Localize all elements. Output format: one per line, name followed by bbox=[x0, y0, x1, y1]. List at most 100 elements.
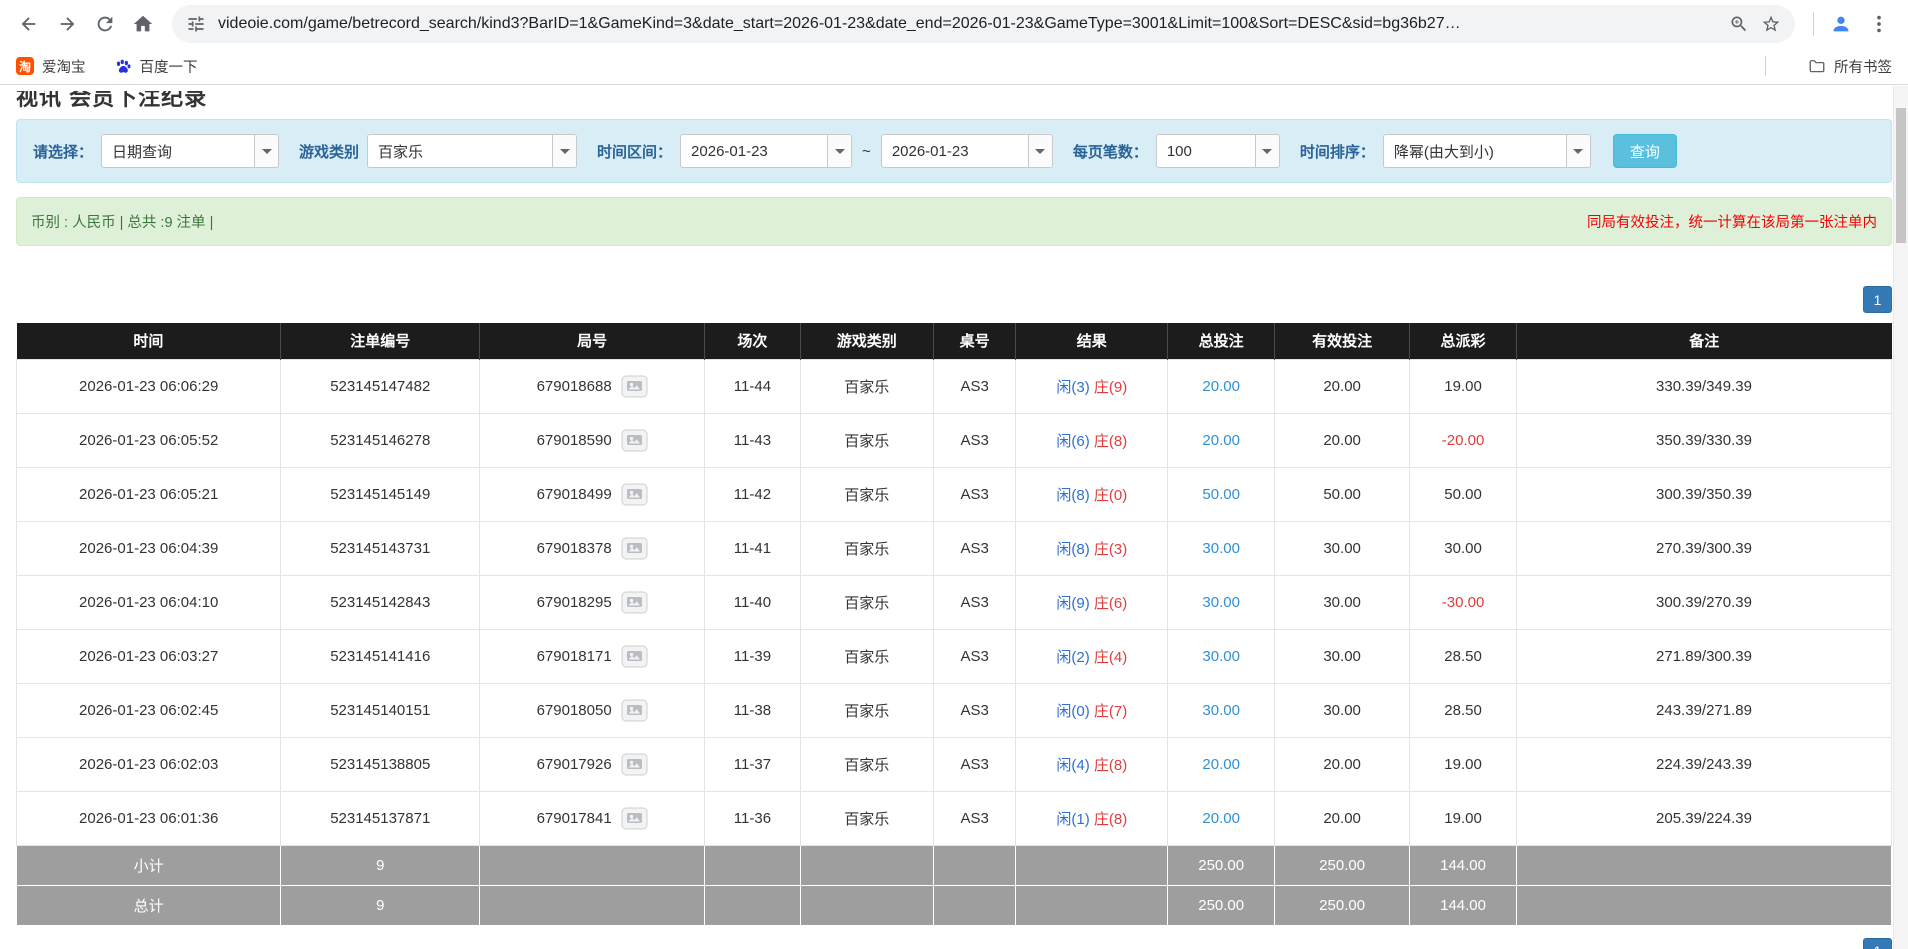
round-replay-icon[interactable] bbox=[621, 753, 648, 776]
page-size-select[interactable]: 100 bbox=[1156, 134, 1280, 168]
site-settings-icon[interactable] bbox=[186, 14, 206, 34]
date-range-label: 时间区间： bbox=[597, 141, 672, 162]
chevron-down-icon[interactable] bbox=[1566, 135, 1590, 167]
total-bet-link[interactable]: 30.00 bbox=[1202, 648, 1240, 665]
column-header: 场次 bbox=[705, 323, 801, 359]
search-button[interactable]: 查询 bbox=[1613, 134, 1677, 168]
total-bet-link[interactable]: 20.00 bbox=[1202, 756, 1240, 773]
total-bet-link[interactable]: 30.00 bbox=[1202, 594, 1240, 611]
summary-cell: 250.00 bbox=[1168, 885, 1275, 925]
page-button-1[interactable]: 1 bbox=[1863, 938, 1892, 949]
cell-bet-id: 523145142843 bbox=[281, 575, 480, 629]
page-title: 视讯 会员下注纪录 bbox=[16, 91, 1892, 111]
browser-toolbar: videoie.com/game/betrecord_search/kind3?… bbox=[0, 0, 1908, 48]
result-player: 闲(0) bbox=[1056, 703, 1089, 720]
cell-session: 11-41 bbox=[705, 521, 801, 575]
cell-table-no: AS3 bbox=[933, 737, 1016, 791]
bookmark-taobao[interactable]: 淘 爱淘宝 bbox=[16, 56, 86, 77]
table-row: 2026-01-23 06:06:29523145147482679018688… bbox=[17, 359, 1892, 413]
address-bar[interactable]: videoie.com/game/betrecord_search/kind3?… bbox=[172, 5, 1795, 43]
round-replay-icon[interactable] bbox=[621, 375, 648, 398]
page-button-1[interactable]: 1 bbox=[1863, 286, 1892, 313]
round-replay-icon[interactable] bbox=[621, 645, 648, 668]
home-button[interactable] bbox=[124, 5, 162, 43]
payout-value: 19.00 bbox=[1444, 378, 1482, 395]
cell-table-no: AS3 bbox=[933, 791, 1016, 845]
date-type-value: 日期查询 bbox=[102, 135, 254, 167]
table-header-row: 时间注单编号局号场次游戏类别桌号结果总投注有效投注总派彩备注 bbox=[17, 323, 1892, 359]
round-number: 679017926 bbox=[537, 756, 612, 773]
date-end-input[interactable]: 2026-01-23 bbox=[881, 134, 1053, 168]
taobao-icon: 淘 bbox=[16, 57, 34, 75]
payout-value: 30.00 bbox=[1444, 540, 1482, 557]
total-bet-link[interactable]: 30.00 bbox=[1202, 540, 1240, 557]
scrollbar[interactable] bbox=[1893, 86, 1908, 949]
cell-round: 679018171 bbox=[480, 629, 705, 683]
pagination-bottom: 1 bbox=[16, 938, 1892, 949]
cell-round: 679018499 bbox=[480, 467, 705, 521]
date-end-value: 2026-01-23 bbox=[882, 135, 1028, 167]
cell-valid-bet: 30.00 bbox=[1275, 575, 1410, 629]
cell-remark: 224.39/243.39 bbox=[1517, 737, 1892, 791]
round-number: 679018688 bbox=[537, 378, 612, 395]
browser-chrome: videoie.com/game/betrecord_search/kind3?… bbox=[0, 0, 1908, 85]
cell-total-bet: 30.00 bbox=[1168, 575, 1275, 629]
cell-bet-id: 523145147482 bbox=[281, 359, 480, 413]
round-replay-icon[interactable] bbox=[621, 807, 648, 830]
round-number: 679018590 bbox=[537, 432, 612, 449]
total-bet-link[interactable]: 20.00 bbox=[1202, 810, 1240, 827]
cell-payout: 19.00 bbox=[1410, 359, 1517, 413]
result-player: 闲(6) bbox=[1056, 433, 1089, 450]
chevron-down-icon[interactable] bbox=[827, 135, 851, 167]
date-type-select[interactable]: 日期查询 bbox=[101, 134, 279, 168]
back-button[interactable] bbox=[10, 5, 48, 43]
cell-table-no: AS3 bbox=[933, 413, 1016, 467]
cell-payout: 28.50 bbox=[1410, 629, 1517, 683]
all-bookmarks-button[interactable]: 所有书签 bbox=[1808, 56, 1892, 77]
cell-session: 11-40 bbox=[705, 575, 801, 629]
cell-total-bet: 30.00 bbox=[1168, 683, 1275, 737]
result-banker: 庄(6) bbox=[1094, 595, 1127, 612]
total-bet-link[interactable]: 20.00 bbox=[1202, 432, 1240, 449]
forward-button[interactable] bbox=[48, 5, 86, 43]
total-bet-link[interactable]: 50.00 bbox=[1202, 486, 1240, 503]
cell-valid-bet: 20.00 bbox=[1275, 413, 1410, 467]
sort-order-select[interactable]: 降幂(由大到小) bbox=[1383, 134, 1591, 168]
bookmark-star-icon[interactable] bbox=[1761, 14, 1781, 34]
cell-total-bet: 20.00 bbox=[1168, 737, 1275, 791]
zoom-icon[interactable] bbox=[1729, 14, 1749, 34]
game-type-select[interactable]: 百家乐 bbox=[367, 134, 577, 168]
cell-result: 闲(3) 庄(9) bbox=[1016, 359, 1168, 413]
profile-button[interactable] bbox=[1822, 5, 1860, 43]
chevron-down-icon[interactable] bbox=[1028, 135, 1052, 167]
date-start-input[interactable]: 2026-01-23 bbox=[680, 134, 852, 168]
summary-cell bbox=[705, 885, 801, 925]
cell-game-type: 百家乐 bbox=[800, 737, 933, 791]
scrollbar-thumb[interactable] bbox=[1896, 108, 1906, 243]
chevron-down-icon[interactable] bbox=[254, 135, 278, 167]
refresh-icon bbox=[94, 13, 116, 35]
total-bet-link[interactable]: 30.00 bbox=[1202, 702, 1240, 719]
total-bet-link[interactable]: 20.00 bbox=[1202, 378, 1240, 395]
menu-button[interactable] bbox=[1860, 5, 1898, 43]
bookmark-baidu[interactable]: 百度一下 bbox=[114, 56, 198, 77]
round-replay-icon[interactable] bbox=[621, 537, 648, 560]
cell-result: 闲(1) 庄(8) bbox=[1016, 791, 1168, 845]
chevron-down-icon[interactable] bbox=[1255, 135, 1279, 167]
round-replay-icon[interactable] bbox=[621, 591, 648, 614]
cell-remark: 300.39/350.39 bbox=[1517, 467, 1892, 521]
result-banker: 庄(9) bbox=[1094, 379, 1127, 396]
refresh-button[interactable] bbox=[86, 5, 124, 43]
cell-valid-bet: 20.00 bbox=[1275, 791, 1410, 845]
round-replay-icon[interactable] bbox=[621, 429, 648, 452]
summary-cell: 总计 bbox=[17, 885, 281, 925]
sort-order-value: 降幂(由大到小) bbox=[1384, 135, 1566, 167]
result-player: 闲(4) bbox=[1056, 757, 1089, 774]
round-replay-icon[interactable] bbox=[621, 483, 648, 506]
round-replay-icon[interactable] bbox=[621, 699, 648, 722]
subtotal-row: 小计9250.00250.00144.00 bbox=[17, 845, 1892, 885]
summary-cell: 250.00 bbox=[1275, 845, 1410, 885]
cell-time: 2026-01-23 06:05:21 bbox=[17, 467, 281, 521]
url-text[interactable]: videoie.com/game/betrecord_search/kind3?… bbox=[218, 15, 1717, 33]
chevron-down-icon[interactable] bbox=[552, 135, 576, 167]
